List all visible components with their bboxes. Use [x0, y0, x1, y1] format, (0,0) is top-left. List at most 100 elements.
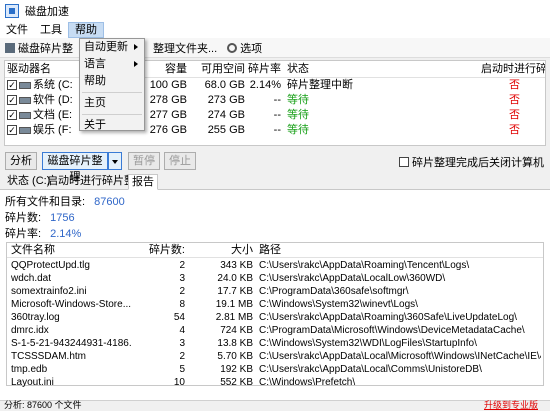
shutdown-checkbox[interactable] [399, 157, 409, 167]
drive-boot: 否 [509, 79, 520, 91]
hard-drive-icon [19, 82, 31, 89]
file-frag-count: 3 [179, 338, 185, 349]
options-button[interactable]: 选项 [222, 39, 267, 57]
col-drive-name[interactable]: 驱动器名 [7, 61, 77, 78]
file-name: dmrc.idx [11, 325, 49, 336]
file-row[interactable]: Layout.ini 10 552 KB C:\Windows\Prefetch\ [7, 376, 543, 389]
file-path: C:\Users\rakc\AppData\Roaming\Tencent\Lo… [259, 260, 470, 271]
drive-status: 等待 [287, 94, 309, 106]
col-file-path[interactable]: 路径 [259, 243, 319, 258]
drive-status: 碎片整理中断 [287, 79, 353, 91]
file-row[interactable]: Microsoft-Windows-Store... 8 19.1 MB C:\Win… [7, 298, 543, 311]
pause-button[interactable]: 暂停 [128, 152, 160, 170]
file-path: C:\Users\rakc\AppData\LocalLow\360WD\ [259, 273, 446, 284]
col-boot-defrag[interactable]: 启动时进行碎... [481, 61, 545, 78]
file-frag-count: 2 [179, 260, 185, 271]
file-path: C:\Windows\Prefetch\ [259, 377, 356, 388]
menu-help[interactable]: 帮助 [68, 22, 104, 38]
menu-auto-update[interactable]: 自动更新 [80, 39, 144, 56]
menu-tools[interactable]: 工具 [34, 22, 68, 38]
hard-drive-icon [19, 97, 31, 104]
menu-help-item[interactable]: 帮助 [80, 73, 144, 90]
file-row[interactable]: dmrc.idx 4 724 KB C:\ProgramData\Microsoft\… [7, 324, 543, 337]
drive-checkbox[interactable]: ✓ [7, 80, 17, 90]
title-bar: 磁盘加速 [0, 0, 550, 22]
drive-frag: -- [273, 124, 281, 136]
file-frag-count: 5 [179, 364, 185, 375]
submenu-arrow-icon [134, 61, 138, 67]
col-file-name[interactable]: 文件名称 [11, 243, 71, 258]
drive-checkbox[interactable]: ✓ [7, 125, 17, 135]
file-size: 552 KB [220, 377, 253, 388]
file-row[interactable]: somextrainfo2.ini 2 17.7 KB C:\ProgramData\… [7, 285, 543, 298]
status-bar: 分析: 87600 个文件 升级到专业版 [0, 400, 550, 410]
col-file-frags[interactable]: 碎片数: [137, 243, 185, 258]
file-size: 19.1 MB [215, 299, 253, 310]
file-name: Layout.ini [11, 377, 54, 388]
file-row[interactable]: S-1-5-21-943244931-4186... 3 13.8 KB C:\Win… [7, 337, 543, 350]
menu-about[interactable]: 关于 [80, 117, 144, 134]
file-path: C:\Users\rakc\AppData\Local\Microsoft\Wi… [259, 351, 541, 362]
shutdown-option[interactable]: 碎片整理完成后关闭计算机 [399, 154, 544, 170]
file-path: C:\ProgramData\Microsoft\Windows\DeviceM… [259, 325, 525, 336]
col-frag-rate[interactable]: 碎片率 [245, 61, 281, 78]
status-text: 分析: 87600 个文件 [4, 400, 82, 410]
file-path: C:\Windows\System32\WDI\LogFiles\Startup… [259, 338, 477, 349]
drive-name: 文档 (E: [33, 109, 73, 121]
tab-bar: 状态 (C:) 启动时进行碎片整理 报告 [0, 174, 550, 190]
defrag-disk-tool-button[interactable]: 磁盘碎片整 [0, 39, 78, 57]
file-size: 192 KB [220, 364, 253, 375]
col-free-space[interactable]: 可用空间 [191, 61, 245, 78]
frag-rate-value: 2.14% [50, 228, 82, 240]
analyze-button[interactable]: 分析 [5, 152, 37, 170]
file-frag-count: 3 [179, 273, 185, 284]
drive-free: 255 GB [207, 124, 245, 136]
file-name: TCSSSDAM.htm [11, 351, 87, 362]
file-path: C:\Users\rakc\AppData\Local\Comms\Unisto… [259, 364, 482, 375]
drive-checkbox[interactable]: ✓ [7, 95, 17, 105]
defrag-disk-tool-label: 磁盘碎片整 [18, 42, 73, 55]
drive-status: 等待 [287, 109, 309, 121]
file-path: C:\ProgramData\360safe\softmgr\ [259, 286, 409, 297]
fragments-label: 碎片数: [5, 212, 42, 224]
file-row[interactable]: wdch.dat 3 24.0 KB C:\Users\rakc\AppData\Lo… [7, 272, 543, 285]
file-row[interactable]: QQProtectUpd.tlg 2 343 KB C:\Users\rakc\App… [7, 259, 543, 272]
col-capacity[interactable]: 容量 [145, 61, 187, 78]
file-size: 5.70 KB [217, 351, 253, 362]
file-size: 2.81 MB [215, 312, 253, 323]
drive-name: 软件 (D: [33, 94, 73, 106]
defrag-dropdown-button[interactable] [108, 152, 122, 170]
file-row[interactable]: TCSSSDAM.htm 2 5.70 KB C:\Users\rakc\AppDat… [7, 350, 543, 363]
defrag-button[interactable]: 磁盘碎片整理 [42, 152, 108, 183]
menu-homepage[interactable]: 主页 [80, 95, 144, 112]
file-frag-count: 2 [179, 351, 185, 362]
drive-name: 系统 (C: [33, 79, 73, 91]
file-frag-count: 2 [179, 286, 185, 297]
all-files-label: 所有文件和目录: [5, 196, 86, 208]
menu-language[interactable]: 语言 [80, 56, 144, 73]
defrag-folder-button[interactable]: 整理文件夹... [148, 39, 222, 57]
menu-language-label: 语言 [84, 58, 106, 70]
menu-file[interactable]: 文件 [0, 22, 34, 38]
drive-checkbox[interactable]: ✓ [7, 110, 17, 120]
defrag-folder-label: 整理文件夹... [153, 42, 218, 55]
menu-separator [82, 114, 142, 115]
submenu-arrow-icon [134, 44, 138, 50]
hard-drive-icon [19, 112, 31, 119]
menu-bar: 文件 工具 帮助 [0, 22, 550, 38]
file-frag-count: 10 [173, 377, 185, 388]
col-file-size[interactable]: 大小 [207, 243, 253, 258]
file-row[interactable]: tmp.edb 5 192 KB C:\Users\rakc\AppData\Loca… [7, 363, 543, 376]
stop-button[interactable]: 停止 [164, 152, 196, 170]
upgrade-link[interactable]: 升级到专业版 [484, 399, 538, 411]
file-list-header: 文件名称 碎片数: 大小 路径 [7, 243, 543, 258]
summary-frag-rate: 碎片率: 2.14% [5, 226, 81, 242]
options-label: 选项 [240, 42, 263, 55]
drive-name: 娱乐 (F: [33, 124, 72, 136]
file-row[interactable]: 360tray.log 54 2.81 MB C:\Users\rakc\AppDat… [7, 311, 543, 324]
summary-fragments: 碎片数: 1756 [5, 210, 75, 226]
col-status[interactable]: 状态 [287, 61, 347, 78]
tab-report[interactable]: 报告 [128, 174, 158, 190]
menu-auto-update-label: 自动更新 [84, 41, 128, 53]
drive-capacity: 277 GB [149, 109, 187, 121]
